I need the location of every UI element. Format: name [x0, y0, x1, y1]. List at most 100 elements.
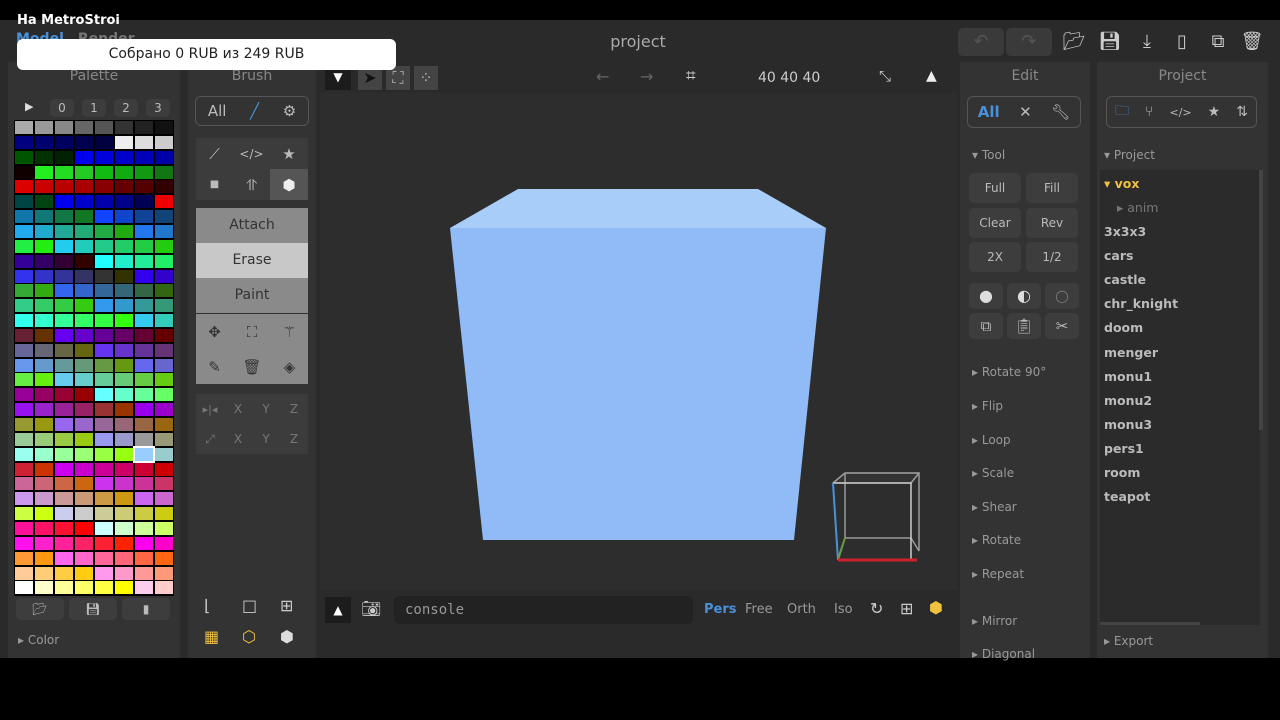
- palette-swatch[interactable]: [55, 477, 73, 491]
- palette-swatch[interactable]: [15, 388, 33, 402]
- palette-swatch[interactable]: [115, 254, 133, 268]
- palette-swatch[interactable]: [75, 432, 93, 446]
- star-icon[interactable]: ★: [270, 138, 308, 169]
- palette-swatch[interactable]: [115, 135, 133, 149]
- palette-swatch[interactable]: [55, 418, 73, 431]
- palette-swatch[interactable]: [35, 239, 53, 253]
- view-orth[interactable]: Orth: [787, 602, 816, 617]
- palette-swatch[interactable]: [95, 121, 113, 134]
- palette-swatch[interactable]: [55, 507, 73, 521]
- project-file-item[interactable]: cars: [1104, 248, 1133, 263]
- move-icon[interactable]: ✥: [196, 314, 233, 349]
- palette-swatch[interactable]: [95, 536, 113, 550]
- fit-icon[interactable]: ⤡: [879, 67, 891, 85]
- palette-page-3[interactable]: 3: [146, 99, 170, 117]
- palette-swatch[interactable]: [55, 254, 73, 268]
- palette-swatch[interactable]: [95, 507, 113, 521]
- palette-swatch[interactable]: [135, 343, 153, 357]
- palette-swatch[interactable]: [15, 254, 33, 268]
- palette-swatch[interactable]: [115, 536, 133, 550]
- project-file-item[interactable]: menger: [1104, 345, 1158, 360]
- palette-swatch[interactable]: [115, 180, 133, 194]
- mirror-y[interactable]: Y: [252, 394, 280, 424]
- palette-swatch[interactable]: [115, 269, 133, 283]
- palette-swatch[interactable]: [55, 447, 73, 461]
- palette-swatch[interactable]: [115, 195, 133, 209]
- mirror-x[interactable]: X: [224, 394, 252, 424]
- mirror-icon[interactable]: ▸|◂: [196, 394, 224, 424]
- palette-swatch[interactable]: [155, 536, 173, 550]
- layout-grid-icon[interactable]: ⊞: [280, 596, 293, 615]
- code-icon[interactable]: </>: [1169, 106, 1191, 119]
- palette-swatch[interactable]: [135, 358, 153, 372]
- select-corners-icon[interactable]: ⁘: [414, 66, 438, 90]
- palette-swatch[interactable]: [115, 566, 133, 580]
- edit-section-toggle[interactable]: ▸ Flip: [972, 399, 1003, 413]
- palette-swatch[interactable]: [75, 195, 93, 209]
- palette-swatch[interactable]: [115, 314, 133, 328]
- palette-swatch[interactable]: [55, 299, 73, 313]
- palette-swatch[interactable]: [35, 343, 53, 357]
- palette-swatch[interactable]: [75, 180, 93, 194]
- palette-swatch[interactable]: [35, 135, 53, 149]
- palette-swatch[interactable]: [155, 566, 173, 580]
- palette-swatch[interactable]: [135, 180, 153, 194]
- layout-l-icon[interactable]: ⌊: [204, 596, 210, 615]
- palette-swatch[interactable]: [135, 254, 153, 268]
- palette-swatch[interactable]: [95, 239, 113, 253]
- star-icon[interactable]: ★: [1208, 104, 1221, 120]
- palette-swatch[interactable]: [15, 477, 33, 491]
- palette-swatch[interactable]: [155, 358, 173, 372]
- palette-swatch[interactable]: [115, 388, 133, 402]
- sort-icon[interactable]: ⇅: [1236, 104, 1248, 120]
- gear-icon[interactable]: ⚙: [283, 102, 296, 120]
- export-section-toggle[interactable]: ▸ Export: [1104, 634, 1153, 648]
- palette-swatch[interactable]: [135, 195, 153, 209]
- palette-swatch[interactable]: [115, 477, 133, 491]
- palette-swatch[interactable]: [55, 195, 73, 209]
- palette-swatch[interactable]: [15, 492, 33, 506]
- folder-anim[interactable]: ▸ anim: [1117, 200, 1158, 215]
- rev-button[interactable]: Rev: [1026, 208, 1078, 238]
- palette-swatch[interactable]: [75, 403, 93, 417]
- palette-swatch[interactable]: [95, 328, 113, 342]
- palette-swatch[interactable]: [155, 388, 173, 402]
- palette-swatch[interactable]: [155, 521, 173, 535]
- view-iso[interactable]: Iso: [834, 602, 853, 617]
- paste-icon[interactable]: 📋︎: [1007, 313, 1041, 339]
- invert-selection-icon[interactable]: ◐: [1007, 283, 1041, 309]
- frame-icon[interactable]: ⊞: [900, 599, 913, 618]
- world-grid-icon[interactable]: ▦: [204, 627, 219, 646]
- palette-swatch[interactable]: [35, 536, 53, 550]
- palette-swatch[interactable]: [155, 224, 173, 238]
- palette-swatch[interactable]: [135, 536, 153, 550]
- palette-swatch[interactable]: [35, 521, 53, 535]
- clear-button[interactable]: Clear: [969, 208, 1021, 238]
- palette-swatch[interactable]: [75, 581, 93, 595]
- palette-swatch[interactable]: [155, 373, 173, 387]
- palette-swatch[interactable]: [15, 507, 33, 521]
- palette-swatch[interactable]: [35, 150, 53, 164]
- project-section-toggle[interactable]: ▾ Project: [1104, 148, 1155, 162]
- palette-swatch[interactable]: [15, 536, 33, 550]
- palette-swatch[interactable]: [35, 180, 53, 194]
- palette-swatch[interactable]: [15, 150, 33, 164]
- palette-swatch[interactable]: [35, 358, 53, 372]
- palette-swatch[interactable]: [115, 150, 133, 164]
- palette-swatch[interactable]: [95, 373, 113, 387]
- voxel-brush-icon[interactable]: ■: [196, 169, 233, 200]
- palette-swatch[interactable]: [115, 507, 133, 521]
- model-size[interactable]: 40 40 40: [758, 70, 820, 86]
- palette-swatch[interactable]: [115, 328, 133, 342]
- palette-swatch[interactable]: [115, 343, 133, 357]
- palette-swatch[interactable]: [115, 462, 133, 476]
- palette-swatch[interactable]: [95, 135, 113, 149]
- palette-swatch[interactable]: [135, 388, 153, 402]
- palette-swatch[interactable]: [55, 135, 73, 149]
- palette-swatch[interactable]: [155, 195, 173, 209]
- view-free[interactable]: Free: [745, 602, 773, 617]
- palette-swatch[interactable]: [75, 418, 93, 431]
- palette-swatch[interactable]: [115, 284, 133, 298]
- axis-z[interactable]: Z: [280, 424, 308, 454]
- palette-swatch[interactable]: [155, 403, 173, 417]
